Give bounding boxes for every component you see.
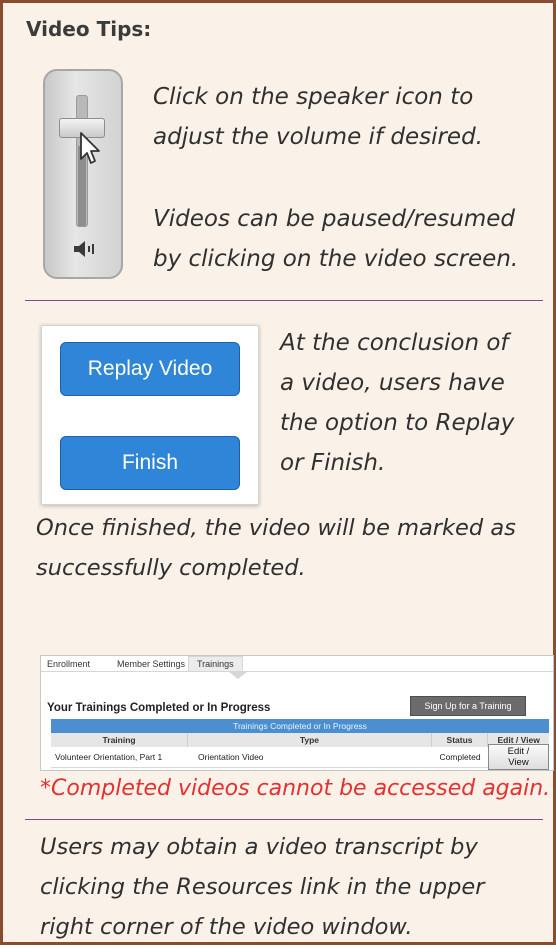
training-status-cell: Completed (439, 752, 481, 762)
trainings-heading: Your Trainings Completed or In Progress (47, 702, 271, 714)
finished-tip: Once finished, the video will be marked … (36, 508, 516, 588)
trainings-screenshot: Enrollment Member Settings Trainings You… (40, 655, 554, 771)
pause-tip-line: by clicking on the video screen. (153, 246, 519, 272)
tab-underline (41, 671, 553, 672)
pause-tip: Videos can be paused/resumed by clicking… (153, 199, 518, 279)
conclusion-tip-line: the option to Replay (280, 410, 515, 436)
volume-tip-line: adjust the volume if desired. (153, 124, 483, 150)
trainings-table-header: Training Type Status Edit / View (51, 733, 549, 747)
conclusion-tip-line: a video, users have (280, 370, 505, 396)
conclusion-tip-line: At the conclusion of (280, 330, 509, 356)
replay-video-button[interactable]: Replay Video (60, 342, 240, 396)
section-divider (25, 819, 543, 820)
panel-title: Video Tips: (26, 17, 152, 41)
tab-enrollment[interactable]: Enrollment (47, 659, 90, 669)
section-divider (25, 300, 543, 301)
transcript-tip: Users may obtain a video transcript by c… (40, 827, 484, 947)
transcript-tip-line: right corner of the video window. (40, 914, 413, 940)
finished-tip-line: Once finished, the video will be marked … (36, 515, 516, 541)
speaker-icon (74, 241, 94, 257)
column-header-status: Status (432, 733, 489, 747)
transcript-tip-line: clicking the Resources link in the upper (40, 874, 485, 900)
pause-tip-line: Videos can be paused/resumed (153, 206, 516, 232)
end-of-video-buttons: Replay Video Finish (41, 325, 259, 505)
column-header-training: Training (51, 733, 189, 747)
active-tab-pointer (228, 671, 248, 679)
trainings-table-title: Trainings Completed or In Progress (51, 719, 549, 733)
training-name-cell: Volunteer Orientation, Part 1 (55, 752, 163, 762)
mouse-cursor-icon (80, 132, 100, 164)
finished-tip-line: successfully completed. (36, 555, 306, 581)
tab-member-settings[interactable]: Member Settings (117, 659, 185, 669)
table-row: Volunteer Orientation, Part 1 Orientatio… (51, 744, 549, 770)
edit-view-button[interactable]: Edit / View (488, 744, 549, 770)
training-type-cell: Orientation Video (198, 752, 264, 762)
completed-warning: *Completed videos cannot be accessed aga… (40, 776, 551, 801)
video-tips-panel: Video Tips: Click on the speaker icon to… (0, 0, 556, 945)
conclusion-tip: At the conclusion of a video, users have… (280, 323, 514, 483)
column-header-type: Type (188, 733, 432, 747)
volume-slider-image (43, 69, 123, 279)
volume-tip: Click on the speaker icon to adjust the … (153, 77, 483, 157)
edit-view-cell: Edit / View (488, 744, 549, 770)
finish-button[interactable]: Finish (60, 436, 240, 490)
transcript-tip-line: Users may obtain a video transcript by (40, 834, 478, 860)
conclusion-tip-line: or Finish. (280, 450, 386, 476)
sign-up-training-button[interactable]: Sign Up for a Training (410, 696, 526, 716)
volume-tip-line: Click on the speaker icon to (153, 84, 474, 110)
tab-trainings[interactable]: Trainings (188, 656, 243, 671)
